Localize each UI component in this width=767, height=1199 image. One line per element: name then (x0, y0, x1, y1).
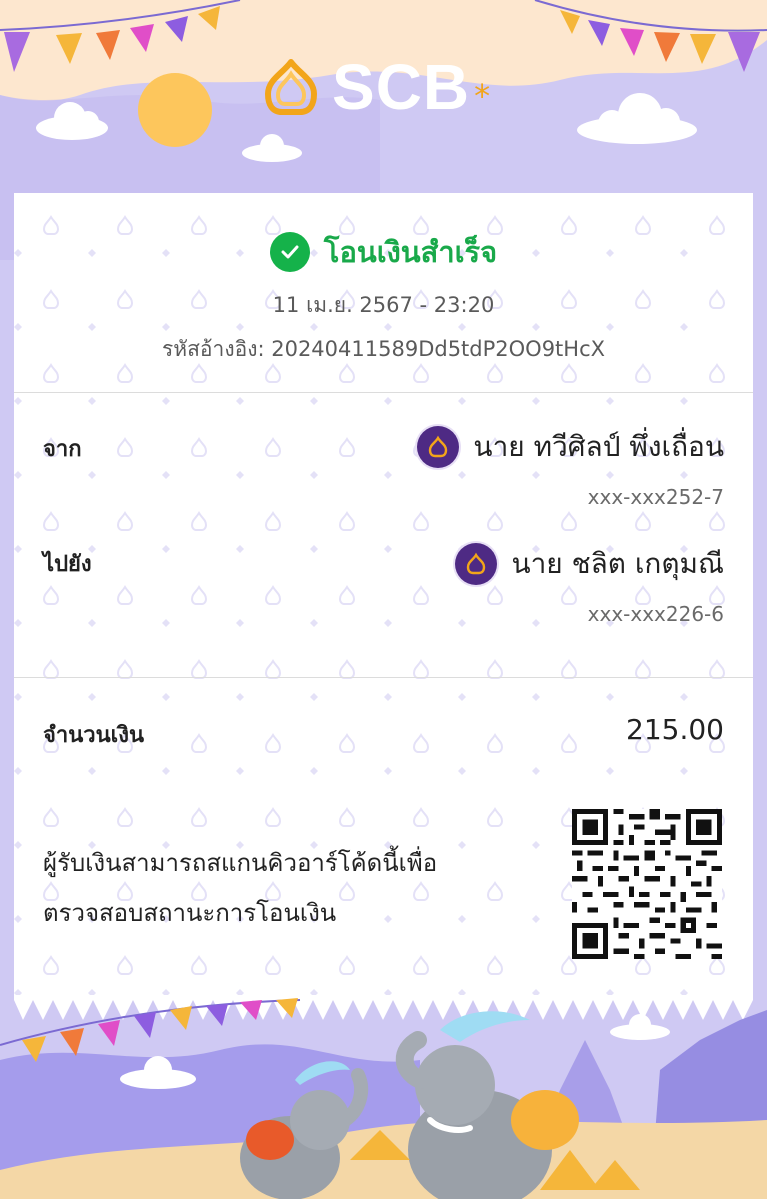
transfer-datetime: 11 เม.ย. 2567 - 23:20 (272, 293, 495, 317)
verification-qr-code[interactable] (572, 809, 722, 959)
scb-logo-icon (265, 59, 317, 115)
songkran-elephants-illustration (0, 998, 767, 1199)
from-party: นาย ทวีศิลป์ พึ่งเถื่อน (417, 425, 724, 469)
qr-note-line1: ผู้รับเงินสามารถสแกนคิวอาร์โค้ดนี้เพื่อ (43, 849, 438, 877)
qr-note: ผู้รับเงินสามารถสแกนคิวอาร์โค้ดนี้เพื่อ … (43, 838, 483, 938)
brand-name: SCB (332, 51, 471, 123)
amount-label: จำนวนเงิน (43, 723, 144, 748)
from-account: xxx-xxx252-7 (587, 485, 724, 509)
reference-label: รหัสอ้างอิง: (161, 337, 265, 361)
reference-line: รหัสอ้างอิง: 20240411589Dd5tdP2OO9tHcX (14, 333, 753, 366)
from-name: นาย ทวีศิลป์ พึ่งเถื่อน (473, 430, 724, 463)
from-label: จาก (43, 437, 82, 462)
status-text: โอนเงินสำเร็จ (323, 235, 498, 269)
scb-logo-icon (417, 426, 460, 468)
reference-value: 20240411589Dd5tdP2OO9tHcX (271, 337, 606, 361)
divider (14, 392, 753, 393)
brand-logo: SCB * (262, 51, 491, 123)
to-party: นาย ชลิต เกตุมณี (455, 542, 724, 586)
scb-logo-icon (455, 543, 498, 585)
divider (14, 677, 753, 678)
to-label: ไปยัง (43, 552, 92, 577)
check-circle-icon (269, 232, 310, 272)
to-name: นาย ชลิต เกตุมณี (511, 547, 724, 580)
amount-value: 215.00 (626, 713, 724, 746)
qr-note-line2: ตรวจสอบสถานะการโอนเงิน (43, 899, 337, 927)
transfer-status: โอนเงินสำเร็จ (14, 229, 753, 275)
transfer-receipt: โอนเงินสำเร็จ 11 เม.ย. 2567 - 23:20 รหัส… (14, 193, 753, 998)
to-account: xxx-xxx226-6 (587, 602, 724, 626)
brand-star: * (474, 77, 491, 115)
